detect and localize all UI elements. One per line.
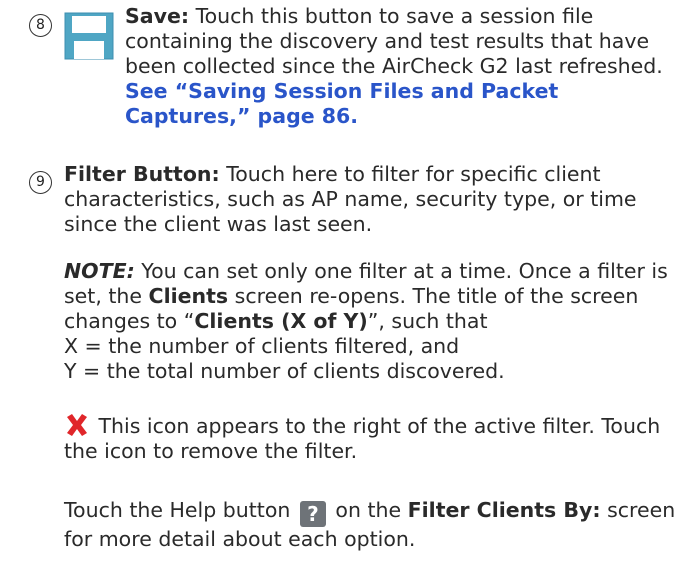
save-description: Save: Touch this button to save a sessio… [125, 4, 685, 129]
save-title: Save: [125, 4, 190, 28]
help-text-1: Touch the Help button [64, 498, 297, 522]
note-block: NOTE: You can set only one filter at a t… [64, 259, 689, 384]
help-text-2: on the [328, 498, 408, 522]
help-icon: ? [299, 501, 326, 527]
red-x-icon [67, 414, 87, 436]
remove-filter-para: This icon appears to the right of the ac… [64, 413, 689, 464]
callout-number-8: 8 [29, 14, 52, 37]
note-line-x: X = the number of clients filtered, and [64, 334, 460, 358]
help-para: Touch the Help button ? on the Filter Cl… [64, 498, 689, 552]
note-text-3: ”, such that [367, 309, 488, 333]
remove-filter-text: This icon appears to the right of the ac… [64, 414, 661, 463]
filter-description: Filter Button: Touch here to filter for … [64, 162, 686, 237]
filter-title: Filter Button: [64, 162, 220, 186]
callout-number-9: 9 [29, 171, 52, 194]
save-text: Touch this button to save a session file… [125, 4, 663, 78]
note-line-y: Y = the total number of clients discover… [64, 359, 505, 383]
save-link[interactable]: See “Saving Session Files and Packet Cap… [125, 79, 558, 128]
note-title-bold: Clients (X of Y) [194, 309, 368, 333]
manual-page: 8 Save: Touch this button to save a sess… [0, 0, 696, 566]
save-icon [64, 12, 114, 60]
note-clients-bold: Clients [148, 284, 229, 308]
note-label: NOTE: [64, 259, 135, 283]
filter-clients-by-bold: Filter Clients By: [407, 498, 601, 522]
